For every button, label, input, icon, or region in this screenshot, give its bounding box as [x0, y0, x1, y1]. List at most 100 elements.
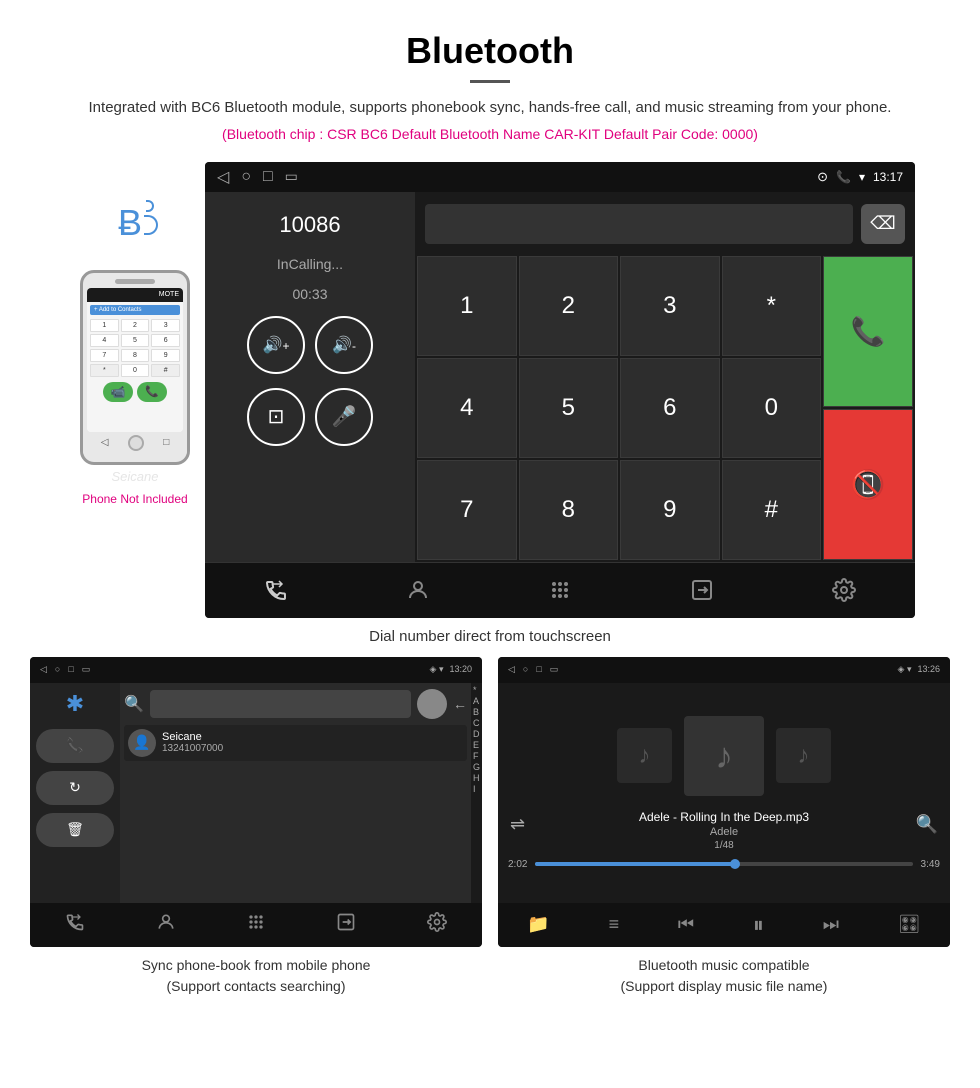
- phonebook-nav-bar: [30, 903, 482, 947]
- back-nav-icon[interactable]: ◁: [217, 167, 229, 187]
- phonebook-call-btn[interactable]: 📞: [36, 729, 114, 763]
- alpha-D[interactable]: D: [473, 729, 480, 739]
- mute-btn[interactable]: 🎤: [315, 388, 373, 446]
- nav-settings-icon[interactable]: [814, 570, 874, 610]
- alpha-C[interactable]: C: [473, 718, 480, 728]
- phonebook-main: ✱ 📞 ↻ 🗑 🔍 ←: [30, 683, 482, 903]
- hangup-btn[interactable]: 📵: [823, 409, 913, 560]
- music-time: 13:26: [917, 664, 940, 675]
- phonebook-sidebar: ✱ 📞 ↻ 🗑: [30, 683, 120, 903]
- music-art-right: ♪: [776, 728, 831, 783]
- phone-key-5[interactable]: 5: [121, 334, 150, 347]
- dial-key-4[interactable]: 4: [417, 358, 517, 458]
- shuffle-icon[interactable]: ⇌: [510, 814, 525, 835]
- phone-key-1[interactable]: 1: [90, 319, 119, 332]
- volume-down-btn[interactable]: 🔊-: [315, 316, 373, 374]
- alpha-I[interactable]: I: [473, 784, 480, 794]
- pb-nav-contacts[interactable]: [156, 912, 176, 937]
- dial-key-2[interactable]: 2: [519, 256, 619, 356]
- music-nav-equalizer[interactable]: 🎛: [898, 914, 921, 935]
- music-nav-play-pause[interactable]: ⏸: [753, 912, 764, 938]
- alpha-A[interactable]: A: [473, 696, 480, 706]
- phone-key-6[interactable]: 6: [151, 334, 180, 347]
- car-nav-bar: [205, 562, 915, 618]
- music-notif-icon: ▭: [550, 664, 559, 675]
- dial-key-1[interactable]: 1: [417, 256, 517, 356]
- phone-key-8[interactable]: 8: [121, 349, 150, 362]
- status-right-icons: ⊙ 📞 ▾ 13:17: [817, 169, 903, 185]
- music-nav-bar: 📁 ≡ ⏮ ⏸ ⏭ 🎛: [498, 903, 950, 947]
- backspace-btn[interactable]: ⌫: [861, 204, 905, 244]
- page-header: Bluetooth Integrated with BC6 Bluetooth …: [0, 0, 980, 152]
- dial-key-6[interactable]: 6: [620, 358, 720, 458]
- phone-key-hash[interactable]: #: [151, 364, 180, 377]
- alpha-F[interactable]: F: [473, 751, 480, 761]
- contact-number: 13241007000: [162, 743, 223, 754]
- volume-up-btn[interactable]: 🔊+: [247, 316, 305, 374]
- pb-time: 13:20: [449, 664, 472, 675]
- phone-hangup-icon: 📵: [851, 468, 886, 501]
- music-note-center-icon: ♪: [715, 735, 733, 777]
- answer-call-btn[interactable]: 📞: [823, 256, 913, 407]
- phone-key-2[interactable]: 2: [121, 319, 150, 332]
- phonebook-content: 🔍 ← 👤 Seicane 13241007000: [120, 683, 471, 903]
- music-nav-folder[interactable]: 📁: [527, 914, 549, 935]
- volume-up-icon: 🔊+: [263, 335, 290, 355]
- pb-nav-dialpad[interactable]: [246, 912, 266, 937]
- phonebook-delete-btn[interactable]: 🗑: [36, 813, 114, 847]
- phone-key-4[interactable]: 4: [90, 334, 119, 347]
- music-nav-list[interactable]: ≡: [609, 914, 620, 935]
- phone-key-7[interactable]: 7: [90, 349, 119, 362]
- phonebook-sync-btn[interactable]: ↻: [36, 771, 114, 805]
- bluetooth-symbol-icon: Ƀ: [118, 202, 142, 244]
- recents-nav-icon[interactable]: □: [263, 168, 273, 186]
- dial-key-3[interactable]: 3: [620, 256, 720, 356]
- dial-key-7[interactable]: 7: [417, 460, 517, 560]
- phone-key-0[interactable]: 0: [121, 364, 150, 377]
- alpha-star[interactable]: *: [473, 685, 480, 695]
- phone-screen: MOTE + Add to Contacts 1 2 3 4 5 6 7 8 9: [87, 288, 183, 432]
- bluetooth-info: (Bluetooth chip : CSR BC6 Default Blueto…: [60, 126, 920, 142]
- music-progress-bar[interactable]: [535, 862, 912, 866]
- music-nav-next[interactable]: ⏭: [823, 914, 839, 935]
- phone-key-9[interactable]: 9: [151, 349, 180, 362]
- pb-nav-calls[interactable]: [65, 912, 85, 937]
- dial-key-star[interactable]: *: [722, 256, 822, 356]
- phonebook-scroll-ball[interactable]: [417, 689, 447, 719]
- pb-nav-settings[interactable]: [427, 912, 447, 937]
- phonebook-search-input[interactable]: [150, 690, 411, 718]
- alpha-B[interactable]: B: [473, 707, 480, 717]
- pb-nav-transfer[interactable]: [336, 912, 356, 937]
- music-search-icon[interactable]: 🔍: [916, 814, 938, 835]
- nav-contacts-icon[interactable]: [388, 570, 448, 610]
- music-note-right-icon: ♪: [798, 742, 810, 770]
- bottom-captions: Sync phone-book from mobile phone (Suppo…: [0, 947, 980, 1017]
- phonebook-delete-icon: 🗑: [66, 821, 84, 838]
- home-nav-icon[interactable]: ○: [241, 168, 251, 186]
- pb-status-left: ◁ ○ □ ▭: [40, 664, 90, 675]
- bluetooth-icon-area: Ƀ: [100, 192, 170, 252]
- phonebook-back-arrow[interactable]: ←: [453, 696, 467, 712]
- nav-transfer-icon[interactable]: [672, 570, 732, 610]
- music-total-time: 3:49: [921, 859, 940, 870]
- alpha-H[interactable]: H: [473, 773, 480, 783]
- phone-back-icon: ◁: [101, 437, 109, 448]
- alpha-G[interactable]: G: [473, 762, 480, 772]
- nav-dialpad-icon[interactable]: [530, 570, 590, 610]
- contact-list-item[interactable]: 👤 Seicane 13241007000: [124, 725, 467, 761]
- phone-key-3[interactable]: 3: [151, 319, 180, 332]
- phone-key-star[interactable]: *: [90, 364, 119, 377]
- dial-key-hash[interactable]: #: [722, 460, 822, 560]
- transfer-call-btn[interactable]: ⊡: [247, 388, 305, 446]
- alpha-E[interactable]: E: [473, 740, 480, 750]
- contact-info: Seicane 13241007000: [162, 731, 223, 754]
- nav-calls-icon[interactable]: [246, 570, 306, 610]
- dial-key-0[interactable]: 0: [722, 358, 822, 458]
- dial-key-9[interactable]: 9: [620, 460, 720, 560]
- dial-key-5[interactable]: 5: [519, 358, 619, 458]
- music-screen: ◁ ○ □ ▭ ◈ ▾ 13:26 ⇌ 🔍 ♪ ♪: [498, 657, 950, 947]
- music-nav-prev[interactable]: ⏮: [678, 914, 694, 935]
- phone-screen-content: + Add to Contacts 1 2 3 4 5 6 7 8 9 * 0 …: [87, 302, 183, 432]
- phone-home-btn[interactable]: [128, 435, 144, 451]
- dial-key-8[interactable]: 8: [519, 460, 619, 560]
